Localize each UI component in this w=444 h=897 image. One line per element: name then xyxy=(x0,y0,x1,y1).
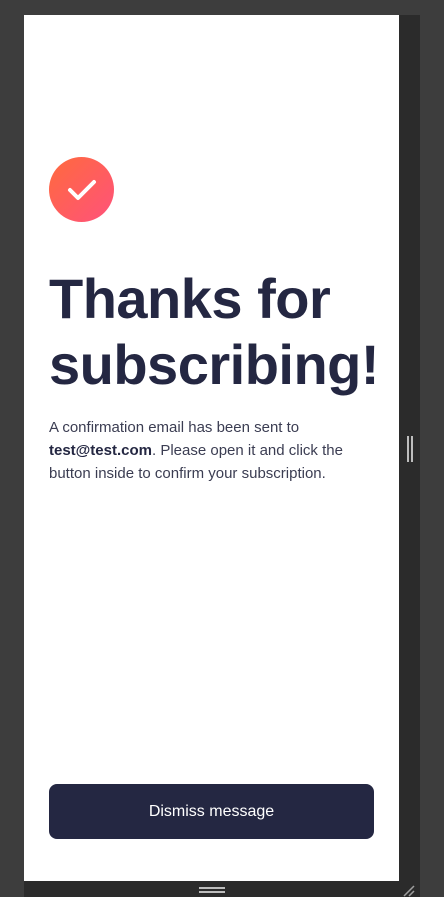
success-badge xyxy=(49,157,114,222)
vertical-resize-handle[interactable] xyxy=(407,436,413,462)
confirmation-message: A confirmation email has been sent to te… xyxy=(49,416,359,485)
check-icon xyxy=(67,179,96,200)
page-title: Thanks for subscribing! xyxy=(49,267,380,396)
dismiss-button[interactable]: Dismiss message xyxy=(49,784,374,839)
subscriber-email: test@test.com xyxy=(49,442,152,459)
message-intro: A confirmation email has been sent to xyxy=(49,419,300,436)
horizontal-resize-handle[interactable] xyxy=(199,887,225,893)
resize-grip-icon[interactable] xyxy=(401,883,415,897)
